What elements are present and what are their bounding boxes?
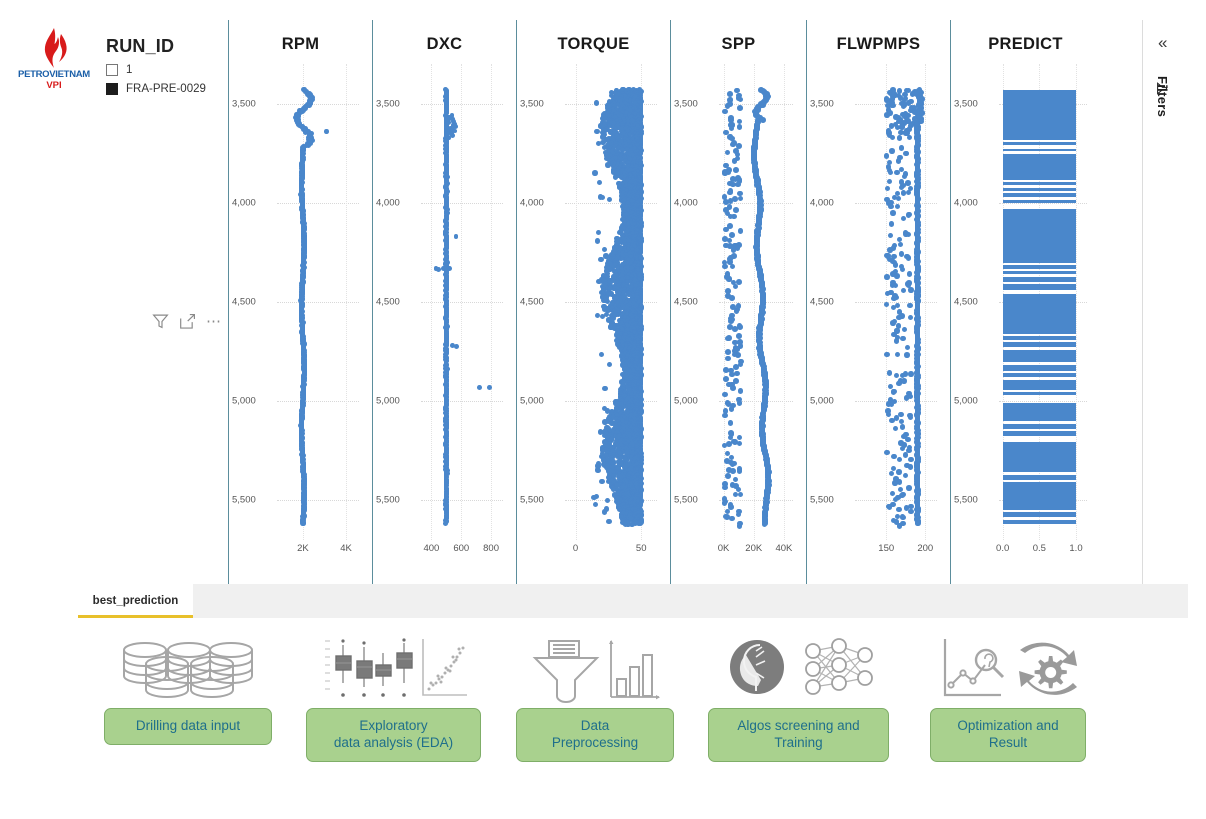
data-point	[446, 135, 452, 141]
data-point	[454, 344, 460, 350]
data-point	[601, 246, 608, 252]
data-point	[606, 196, 613, 202]
plot-area[interactable]: 3,500 4,000 4,500 5,000 5,500	[517, 64, 671, 540]
data-point	[599, 194, 606, 201]
data-point	[452, 124, 458, 129]
viz-mini-toolbar: ⋯	[152, 313, 222, 330]
x-axis-tick-label: 400	[423, 543, 440, 554]
panel-title: TORQUE	[557, 35, 630, 53]
x-axis: 400 600 800	[373, 540, 516, 562]
data-marks	[517, 64, 671, 540]
more-options-icon[interactable]: ⋯	[206, 314, 222, 329]
plot-area[interactable]: 3,500 4,000 4,500 5,000 5,500	[229, 64, 373, 540]
data-point	[595, 140, 602, 147]
data-point	[612, 174, 618, 180]
data-point	[596, 229, 602, 235]
chart-panel-torque[interactable]: TORQUE 3,500 4,000 4,500 5,000 5,500 0 50	[516, 20, 670, 584]
data-point	[606, 362, 612, 368]
data-point	[435, 266, 441, 272]
panel-title: RPM	[281, 35, 320, 53]
data-point	[324, 129, 329, 134]
data-point	[476, 384, 482, 390]
data-point	[598, 257, 604, 263]
data-marks	[229, 64, 373, 540]
chart-dashboard: PETROVIETNAM VPI RUN_ID 1 FRA-PRE-0029 ⋯…	[0, 0, 1206, 584]
filter-funnel-icon[interactable]	[152, 313, 169, 330]
data-point	[598, 351, 604, 358]
data-point	[605, 162, 611, 168]
logo-text-vpi: VPI	[46, 80, 62, 91]
legend-item[interactable]: FRA-PRE-0029	[106, 83, 226, 95]
logo-text-petrovietnam: PETROVIETNAM	[18, 69, 90, 80]
legend-swatch-icon	[106, 83, 118, 95]
panel-title: DXC	[426, 35, 463, 53]
chart-panels: RPM 3,500 4,000 4,500 5,000 5,500 2K 4K DXC 3,500…	[228, 20, 1140, 584]
chart-panel-dxc[interactable]: DXC 3,500 4,000 4,500 5,000 5,500 400 600 800	[372, 20, 516, 584]
data-point	[599, 478, 605, 485]
data-point	[593, 100, 600, 106]
flame-logo-icon	[44, 28, 67, 68]
data-point	[300, 521, 306, 527]
data-point	[602, 385, 608, 392]
data-point	[595, 467, 602, 474]
x-axis: 2K 4K	[229, 540, 372, 562]
data-point	[487, 384, 492, 390]
data-point	[600, 313, 606, 320]
data-point	[443, 520, 449, 526]
x-axis-tick-label: 600	[453, 543, 470, 554]
legend-item-label: 1	[126, 64, 133, 76]
expand-icon[interactable]	[179, 313, 196, 330]
petrovietnam-logo: PETROVIETNAM VPI	[16, 28, 92, 100]
data-point	[453, 234, 459, 239]
x-axis-tick-label: 800	[483, 543, 499, 554]
legend-title: RUN_ID	[106, 36, 175, 56]
x-axis-tick-label: 2K	[297, 543, 309, 554]
data-point	[592, 170, 598, 176]
chart-panel-rpm[interactable]: RPM 3,500 4,000 4,500 5,000 5,500 2K 4K	[228, 20, 372, 584]
plot-area[interactable]: 3,500 4,000 4,500 5,000 5,500	[373, 64, 517, 540]
data-point	[594, 238, 600, 244]
legend-swatch-icon	[106, 64, 118, 76]
dashboard-root: PETROVIETNAM VPI RUN_ID 1 FRA-PRE-0029 ⋯…	[0, 0, 1206, 819]
legend-item-label: FRA-PRE-0029	[126, 83, 206, 95]
data-marks	[373, 64, 517, 540]
data-point	[446, 265, 452, 271]
legend-item[interactable]: 1	[106, 64, 226, 76]
data-point	[597, 180, 603, 186]
data-point	[594, 128, 600, 135]
data-point	[602, 419, 608, 425]
run-id-legend: RUN_ID 1 FRA-PRE-0029	[106, 36, 226, 95]
x-axis-tick-label: 4K	[340, 543, 352, 554]
